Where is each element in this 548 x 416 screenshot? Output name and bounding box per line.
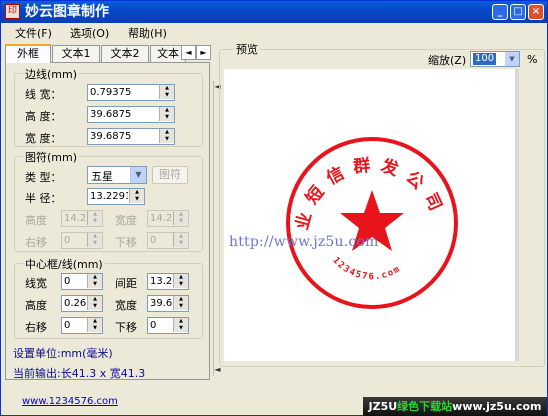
unit-text: 设置单位:mm(毫米) xyxy=(13,347,113,360)
width-spinner[interactable]: 39.6875 ▲ ▼ xyxy=(87,128,175,145)
center-width-spinner[interactable]: 39.6 ▲ ▼ xyxy=(147,295,189,312)
title-bar[interactable]: 印 妙云图章制作 _ □ × xyxy=(1,1,547,23)
spin-up-icon[interactable]: ▲ xyxy=(173,274,188,281)
center-frame-group: 中心框/线(mm) 线宽 0 ▲ ▼ 间距 13.2 ▲ ▼ 高度 0.26 ▲ ▼ … xyxy=(14,256,203,339)
symbol-width-label: 宽度 xyxy=(115,214,137,227)
spin-down-icon[interactable]: ▼ xyxy=(87,281,102,288)
settings-panel: 边线(mm) 线 宽： 0.79375 ▲ ▼ 高 度： 39.6875 ▲ ▼ 宽… xyxy=(5,62,210,380)
center-right-spinner[interactable]: 0 ▲ ▼ xyxy=(61,317,103,334)
line-width-label: 线 宽： xyxy=(25,88,62,101)
height-label: 高 度： xyxy=(25,110,62,123)
spin-up-icon[interactable]: ▲ xyxy=(159,85,174,92)
window-title: 妙云图章制作 xyxy=(25,4,109,20)
spin-down-icon[interactable]: ▼ xyxy=(87,325,102,332)
border-group: 边线(mm) 线 宽： 0.79375 ▲ ▼ 高 度： 39.6875 ▲ ▼ 宽… xyxy=(14,66,203,147)
menu-help[interactable]: 帮助(H) xyxy=(128,25,167,41)
width-label: 宽 度： xyxy=(25,132,62,145)
app-window: 印 妙云图章制作 _ □ × 文件(F) 选项(O) 帮助(H) 外框 文本1 … xyxy=(0,0,548,416)
spin-up-icon[interactable]: ▲ xyxy=(173,211,188,218)
site-link[interactable]: www.1234576.com xyxy=(22,396,118,407)
spin-down-icon[interactable]: ▼ xyxy=(173,303,188,310)
symbol-height-spinner[interactable]: 14.2 ▲ ▼ xyxy=(61,210,103,227)
symbol-height-label: 高度 xyxy=(25,214,47,227)
center-spacing-spinner[interactable]: 13.2 ▲ ▼ xyxy=(147,273,189,290)
site-badge: JZ5U绿色下载站www.jz5u.com xyxy=(363,397,547,416)
menu-options[interactable]: 选项(O) xyxy=(70,25,109,41)
symbol-width-spinner[interactable]: 14.2 ▲ ▼ xyxy=(147,210,189,227)
spin-up-icon[interactable]: ▲ xyxy=(87,296,102,303)
tab-outer-frame[interactable]: 外框 xyxy=(5,44,51,63)
spin-down-icon[interactable]: ▼ xyxy=(159,114,174,121)
center-frame-group-title: 中心框/线(mm) xyxy=(23,256,105,272)
spin-down-icon[interactable]: ▼ xyxy=(173,281,188,288)
symbol-right-label: 右移 xyxy=(25,236,47,249)
zoom-label: 缩放(Z) xyxy=(428,54,467,67)
center-down-label: 下移 xyxy=(115,321,137,334)
spin-down-icon[interactable]: ▼ xyxy=(173,325,188,332)
spin-down-icon[interactable]: ▼ xyxy=(129,196,144,203)
spin-up-icon[interactable]: ▲ xyxy=(173,233,188,240)
spin-down-icon[interactable]: ▼ xyxy=(159,92,174,99)
spin-down-icon[interactable]: ▼ xyxy=(87,240,102,247)
canvas-edge xyxy=(515,69,519,361)
preview-label: 预览 xyxy=(234,41,260,57)
center-height-label: 高度 xyxy=(25,299,47,312)
spin-up-icon[interactable]: ▲ xyxy=(173,296,188,303)
symbol-right-spinner[interactable]: 0 ▲ ▼ xyxy=(61,232,103,249)
spin-up-icon[interactable]: ▲ xyxy=(87,233,102,240)
maximize-button[interactable]: □ xyxy=(510,4,526,20)
menu-bar: 文件(F) 选项(O) 帮助(H) xyxy=(1,23,547,41)
spin-up-icon[interactable]: ▲ xyxy=(87,318,102,325)
center-down-spinner[interactable]: 0 ▲ ▼ xyxy=(147,317,189,334)
chevron-down-icon[interactable]: ▼ xyxy=(505,52,519,66)
spin-up-icon[interactable]: ▲ xyxy=(129,189,144,196)
percent-label: % xyxy=(527,53,538,66)
border-group-title: 边线(mm) xyxy=(23,66,80,82)
spin-up-icon[interactable]: ▲ xyxy=(87,211,102,218)
symbol-down-spinner[interactable]: 0 ▲ ▼ xyxy=(147,232,189,249)
seal-image: 业短信群发公司 1234576.com xyxy=(286,137,458,309)
zoom-select[interactable]: 100 ▼ xyxy=(470,51,520,67)
tab-prev-arrow-icon[interactable]: ◄ xyxy=(181,45,196,60)
symbol-down-label: 下移 xyxy=(115,236,137,249)
spin-down-icon[interactable]: ▼ xyxy=(87,303,102,310)
minimize-button[interactable]: _ xyxy=(492,4,508,20)
spin-down-icon[interactable]: ▼ xyxy=(173,218,188,225)
radius-label: 半 径： xyxy=(25,192,62,205)
app-icon: 印 xyxy=(5,4,20,19)
spin-up-icon[interactable]: ▲ xyxy=(87,274,102,281)
center-height-spinner[interactable]: 0.26 ▲ ▼ xyxy=(61,295,103,312)
symbol-group-title: 图符(mm) xyxy=(23,149,80,165)
center-line-width-spinner[interactable]: 0 ▲ ▼ xyxy=(61,273,103,290)
center-line-width-label: 线宽 xyxy=(25,277,47,290)
spin-up-icon[interactable]: ▲ xyxy=(173,318,188,325)
center-right-label: 右移 xyxy=(25,321,47,334)
height-spinner[interactable]: 39.6875 ▲ ▼ xyxy=(87,106,175,123)
symbol-type-select[interactable]: 五星 ▼ xyxy=(87,166,147,184)
line-width-spinner[interactable]: 0.79375 ▲ ▼ xyxy=(87,84,175,101)
tab-text2[interactable]: 文本2 xyxy=(101,45,149,62)
watermark-text: http://www.jz5u.com xyxy=(229,234,379,250)
output-size-text: 当前输出:长41.3 x 宽41.3 xyxy=(13,367,146,380)
spin-up-icon[interactable]: ▲ xyxy=(159,129,174,136)
chevron-down-icon[interactable]: ▼ xyxy=(130,167,146,183)
seal-inner-text: 1234576.com xyxy=(330,256,402,283)
close-button[interactable]: × xyxy=(528,4,544,20)
center-spacing-label: 间距 xyxy=(115,277,137,290)
radius-spinner[interactable]: 13.2291 ▲ ▼ xyxy=(87,188,145,205)
spin-down-icon[interactable]: ▼ xyxy=(87,218,102,225)
center-width-label: 宽度 xyxy=(115,299,137,312)
spin-down-icon[interactable]: ▼ xyxy=(159,136,174,143)
symbol-group: 图符(mm) 类 型： 五星 ▼ 图符 半 径： 13.2291 ▲ ▼ 高度 1… xyxy=(14,149,203,252)
tab-text1[interactable]: 文本1 xyxy=(52,45,100,62)
spin-down-icon[interactable]: ▼ xyxy=(173,240,188,247)
tab-next-arrow-icon[interactable]: ► xyxy=(196,45,211,60)
spin-up-icon[interactable]: ▲ xyxy=(159,107,174,114)
symbol-type-label: 类 型： xyxy=(25,171,62,184)
tab-strip: 外框 文本1 文本2 文本 ◄ ► xyxy=(5,44,213,63)
symbol-pick-button[interactable]: 图符 xyxy=(152,166,188,184)
menu-file[interactable]: 文件(F) xyxy=(15,25,52,41)
